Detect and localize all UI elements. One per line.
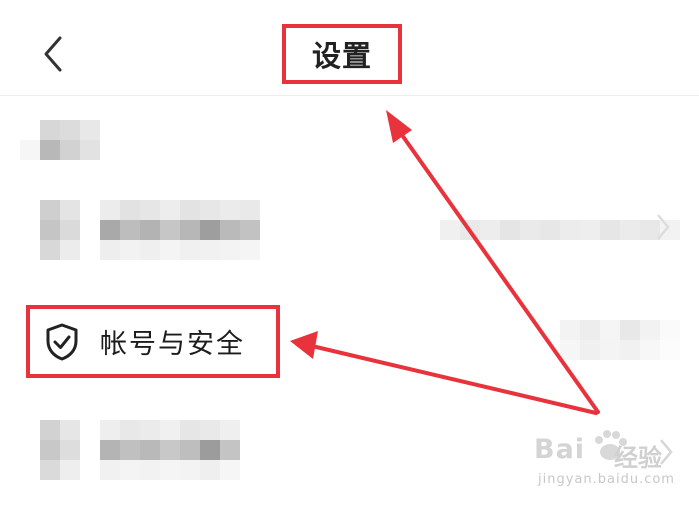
menu-item-account-security[interactable]: 帐号与安全: [26, 305, 280, 378]
redacted-item-value: [560, 320, 680, 360]
watermark-jingyan: 经验: [614, 444, 662, 472]
redacted-row-icon-2: [40, 420, 80, 480]
chevron-left-icon[interactable]: [38, 32, 70, 76]
menu-item-label: 帐号与安全: [100, 329, 245, 360]
chevron-right-icon: [657, 214, 670, 240]
shield-check-icon: [46, 323, 78, 360]
redacted-row-value: [440, 220, 680, 240]
header-bar: 设置: [0, 0, 699, 96]
arrow-to-title: [386, 110, 600, 414]
watermark-brand: Bai: [534, 434, 586, 465]
redacted-section-header: [20, 120, 100, 160]
baidu-watermark: Bai 经验 jingyan.baidu.com: [534, 426, 694, 496]
redacted-row-label: [100, 200, 260, 260]
arrow-to-menu-item: [290, 331, 598, 415]
watermark-url: jingyan.baidu.com: [538, 472, 675, 487]
redacted-row-icon: [40, 200, 80, 260]
title-highlight-box: 设置: [282, 24, 402, 84]
redacted-row-label-2: [100, 420, 240, 480]
page-title: 设置: [311, 39, 372, 73]
